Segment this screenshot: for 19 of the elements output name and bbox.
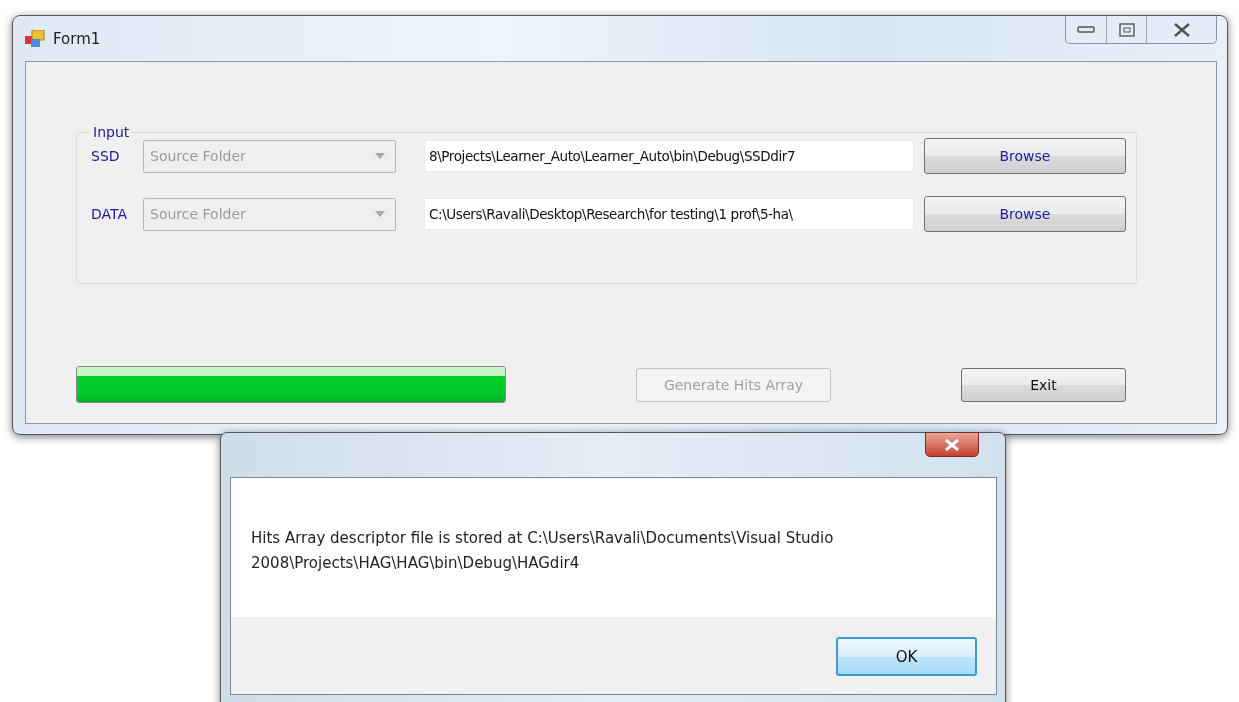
group-legend: Input: [91, 124, 132, 140]
browse-button[interactable]: Browse: [924, 196, 1126, 232]
message-text: Hits Array descriptor file is stored at C:\Users\Ravali\Documents\Visual Studio 2008\Projects\HAG\HAG\bin\Debug\HAGdir4: [251, 528, 835, 574]
close-icon: [944, 438, 960, 451]
close-icon: [1172, 22, 1191, 37]
path-field[interactable]: 8\Projects\Learner_Auto\Learner_Auto\bin\Debug\SSDdir7: [424, 140, 914, 172]
form-icon: [25, 29, 45, 48]
field-label: SSD: [91, 148, 121, 164]
exit-button[interactable]: Exit: [961, 367, 1126, 402]
field-label: DATA: [91, 206, 129, 222]
dropdown-arrow-icon: [375, 211, 385, 217]
minimize-icon: [1077, 25, 1095, 34]
path-field[interactable]: C:\Users\Ravali\Desktop\Research\for testing\1 prof\5-ha\: [424, 198, 914, 230]
maximize-icon: [1118, 22, 1135, 37]
ok-button[interactable]: OK: [836, 637, 977, 676]
browse-button[interactable]: Browse: [924, 138, 1126, 174]
window-title: Form1: [53, 29, 101, 48]
close-button[interactable]: [925, 432, 979, 457]
dropdown-arrow-icon: [375, 153, 385, 159]
